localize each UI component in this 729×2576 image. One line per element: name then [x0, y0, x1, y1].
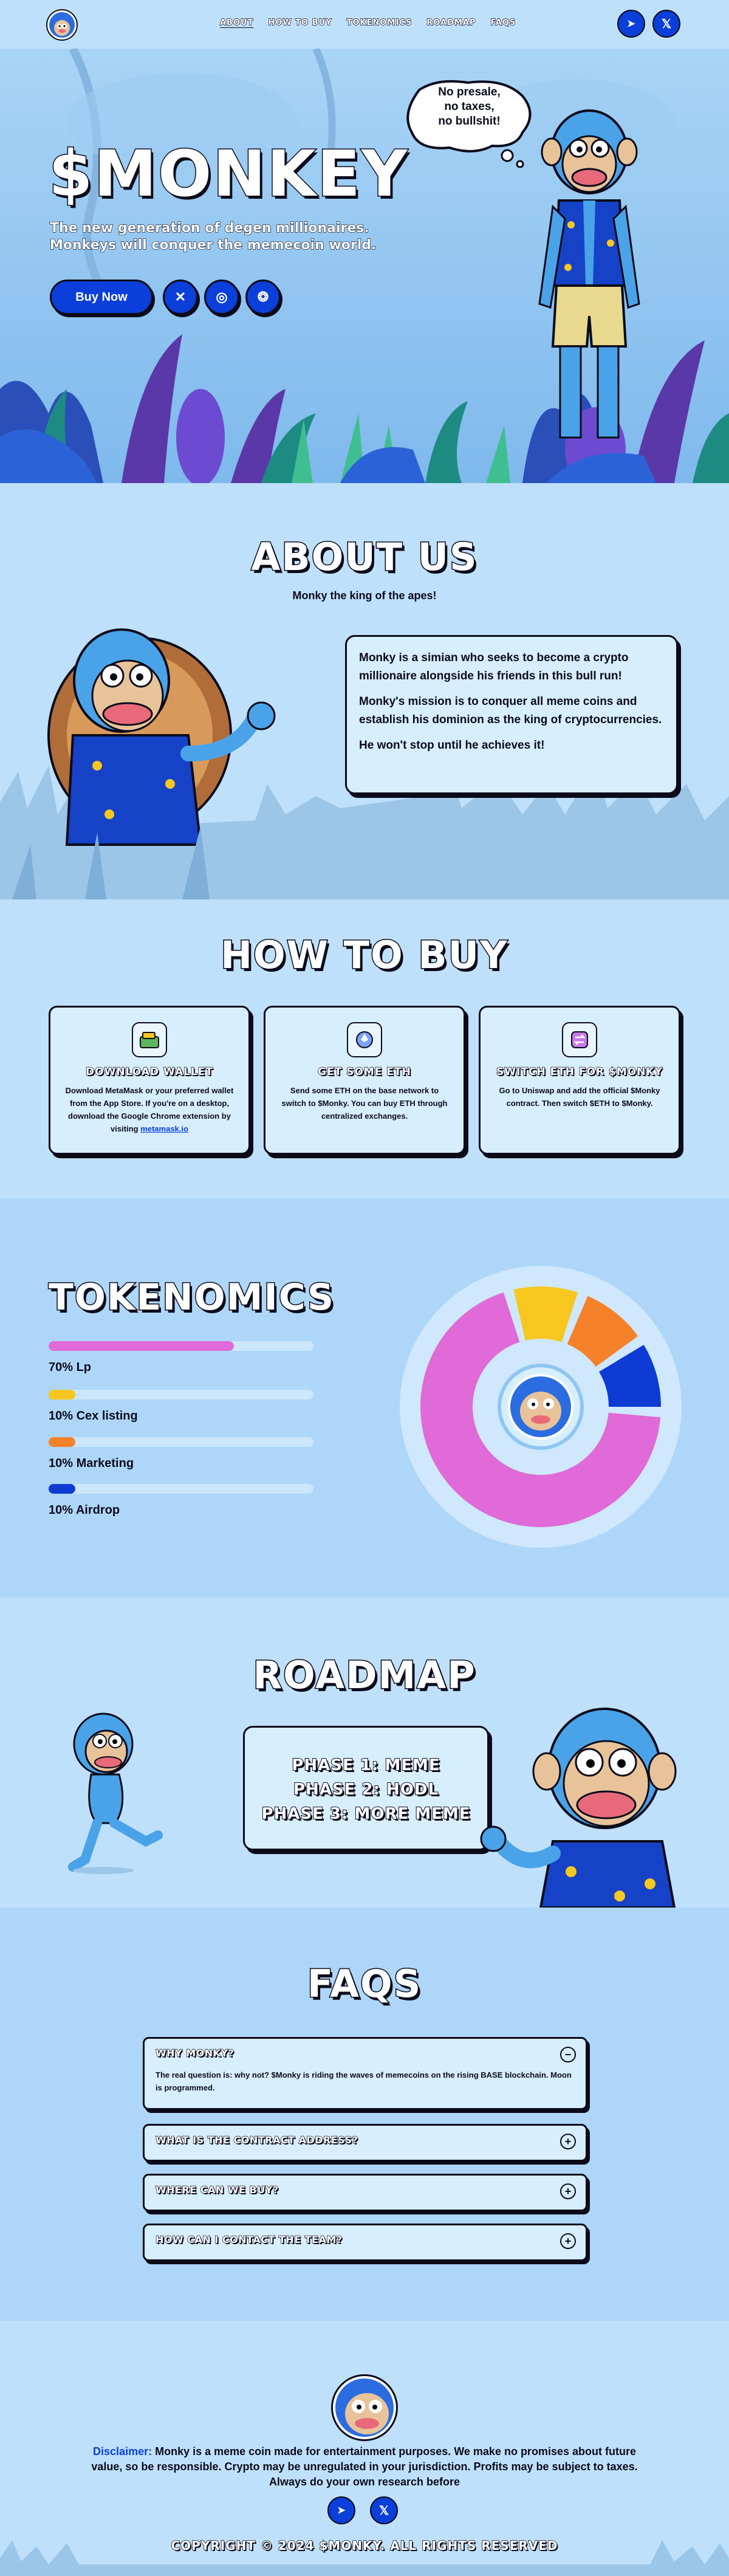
faq-question[interactable]: WHERE CAN WE BUY? — [155, 2183, 575, 2196]
tokenomics-title: TOKENOMICS — [47, 1276, 335, 1320]
disclaimer-label: Disclaimer: — [93, 2445, 152, 2458]
faq-question[interactable]: WHY MONKY? — [155, 2047, 575, 2059]
uniswap-link-button[interactable]: ◎ — [204, 280, 239, 315]
dex-link-button[interactable]: ✕ — [163, 280, 198, 315]
roadmap-phase-2: PHASE 2: HODL — [293, 1780, 439, 1799]
step-card-switch-eth: SWITCH ETH FOR $MONKY Go to Uniswap and … — [479, 1006, 680, 1155]
about-paragraph-2: Monky's mission is to conquer all meme c… — [359, 695, 662, 726]
roadmap-phase-1: PHASE 1: MEME — [291, 1756, 440, 1775]
hero-section: $MONKEY The new generation of degen mill… — [0, 49, 729, 483]
tokenomics-bar-track — [49, 1484, 313, 1494]
step-description: Download MetaMask or your preferred wall… — [64, 1084, 235, 1135]
step-description: Send some ETH on the base network to swi… — [281, 1086, 448, 1121]
disclaimer: Disclaimer: Monky is a meme coin made fo… — [91, 2444, 638, 2490]
monkey-logo[interactable] — [47, 10, 77, 39]
metamask-link[interactable]: metamask.io — [140, 1124, 188, 1133]
speech-line-2: no taxes, — [444, 100, 495, 113]
about-card: Monky is a simian who seeks to become a … — [345, 635, 678, 794]
tokenomics-bar-track — [49, 1390, 313, 1400]
running-monkey — [68, 1712, 163, 1874]
tokenomics-bar-fill — [49, 1484, 75, 1494]
step-title: GET SOME ETH — [317, 1065, 411, 1079]
nav-links: ABOUT HOW TO BUY TOKENOMICS ROADMAP FAQS — [219, 18, 516, 27]
hero-subtitle-line-2: Monkeys will conquer the memecoin world. — [49, 237, 377, 253]
tokenomics-label: 70% Lp — [49, 1361, 92, 1374]
step-card-download-wallet: DOWNLOAD WALLET Download MetaMask or you… — [49, 1006, 250, 1155]
nav-link-tokenomics[interactable]: TOKENOMICS — [346, 18, 412, 27]
telegram-button[interactable]: ➤ — [617, 10, 645, 38]
top-nav: ABOUT HOW TO BUY TOKENOMICS ROADMAP FAQS… — [0, 0, 729, 49]
about-paragraph-1: Monky is a simian who seeks to become a … — [359, 651, 629, 682]
telegram-icon: ➤ — [337, 2506, 346, 2516]
faqs-title: FAQS — [306, 1961, 422, 2007]
about-subtitle: Monky the king of the apes! — [292, 589, 437, 602]
target-icon: ◎ — [216, 289, 228, 304]
about-title: ABOUT US — [250, 534, 478, 580]
speech-line-3: no bullshit! — [438, 115, 501, 128]
x-button[interactable]: 𝕏 — [652, 10, 680, 38]
footer-x-button[interactable]: 𝕏 — [370, 2496, 398, 2524]
faq-item-why-monky[interactable]: WHY MONKY? − The real question is: why n… — [143, 2037, 587, 2110]
nav-link-how-to-buy[interactable]: HOW TO BUY — [268, 18, 332, 27]
nav-link-roadmap[interactable]: ROADMAP — [426, 18, 476, 27]
step-card-get-eth: GET SOME ETH Send some ETH on the base n… — [264, 1006, 465, 1155]
standing-monkey — [538, 109, 640, 439]
hero-subtitle: The new generation of degen millionaires… — [49, 220, 377, 254]
how-to-buy-title: HOW TO BUY — [220, 932, 508, 978]
tokenomics-bar-fill — [49, 1437, 75, 1447]
tokenomics-label: 10% Airdrop — [49, 1503, 120, 1517]
plus-icon[interactable]: + — [560, 2233, 576, 2249]
faq-item-contract-address[interactable]: WHAT IS THE CONTRACT ADDRESS? + — [143, 2124, 587, 2162]
copyright: COPYRIGHT © 2024 $MONKY. ALL RIGHTS RESE… — [171, 2538, 558, 2554]
chart-icon: ✕ — [174, 289, 187, 304]
tokenomics-label: 10% Cex listing — [49, 1409, 138, 1423]
tokenomics-label: 10% Marketing — [49, 1457, 134, 1470]
eth-icon — [347, 1022, 382, 1057]
tokenomics-bar-fill — [49, 1390, 75, 1400]
step-title: DOWNLOAD WALLET — [85, 1065, 213, 1079]
plus-icon[interactable]: + — [560, 2183, 576, 2199]
roadmap-title: ROADMAP — [252, 1652, 476, 1698]
footer-logo — [333, 2376, 396, 2439]
tokenomics-donut-chart — [400, 1266, 682, 1548]
about-paragraph-3: He won't stop until he achieves it! — [359, 739, 545, 752]
faq-answer: The real question is: why not? $Monky is… — [156, 2070, 572, 2092]
speech-line-1: No presale, — [438, 86, 501, 98]
hero-title: $MONKEY — [47, 136, 409, 212]
plus-icon[interactable]: + — [560, 2134, 576, 2149]
tokenomics-bar-fill — [49, 1341, 234, 1351]
tokenomics-bar-track — [49, 1341, 313, 1351]
faq-item-where-buy[interactable]: WHERE CAN WE BUY? + — [143, 2174, 587, 2211]
coingecko-link-button[interactable]: ❂ — [245, 280, 281, 315]
x-icon: 𝕏 — [661, 17, 672, 31]
minus-icon[interactable]: − — [560, 2047, 576, 2063]
swap-icon — [562, 1022, 597, 1057]
step-description: Go to Uniswap and add the official $Monk… — [499, 1086, 660, 1108]
footer-telegram-button[interactable]: ➤ — [327, 2496, 355, 2524]
telegram-icon: ➤ — [627, 19, 635, 29]
tokenomics-bar-track — [49, 1437, 313, 1447]
roadmap-phase-3: PHASE 3: MORE MEME — [261, 1804, 471, 1824]
speech-text: No presale, no taxes, no bullshit! — [419, 85, 519, 129]
roadmap-card: PHASE 1: MEME PHASE 2: HODL PHASE 3: MOR… — [243, 1726, 489, 1850]
disclaimer-text: Monky is a meme coin made for entertainm… — [91, 2445, 638, 2488]
pointing-monkey — [480, 1708, 677, 1908]
faq-question[interactable]: WHAT IS THE CONTRACT ADDRESS? — [155, 2134, 575, 2146]
faq-question[interactable]: HOW CAN I CONTACT THE TEAM? — [155, 2233, 575, 2245]
hero-subtitle-line-1: The new generation of degen millionaires… — [49, 220, 369, 236]
wallet-icon — [132, 1022, 167, 1057]
buy-now-button[interactable]: Buy Now — [50, 280, 153, 315]
x-icon: 𝕏 — [378, 2504, 389, 2518]
nav-link-faqs[interactable]: FAQS — [490, 18, 516, 27]
nav-link-about[interactable]: ABOUT — [219, 18, 253, 27]
gecko-icon: ❂ — [257, 289, 269, 304]
faq-item-contact-team[interactable]: HOW CAN I CONTACT THE TEAM? + — [143, 2224, 587, 2261]
step-title: SWITCH ETH FOR $MONKY — [496, 1065, 663, 1079]
